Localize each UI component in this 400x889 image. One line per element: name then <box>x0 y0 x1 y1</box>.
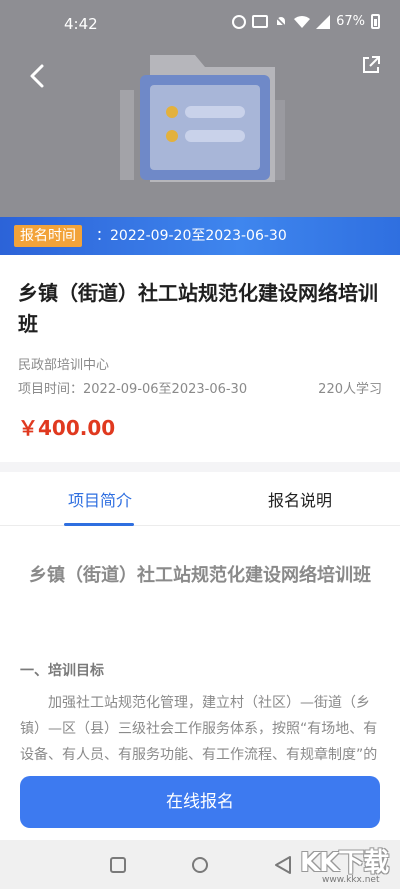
learner-count: 220人学习 <box>318 382 382 397</box>
mute-bell-icon <box>274 14 288 29</box>
content-title: 乡镇（街道）社工站规范化建设网络培训班 <box>29 565 371 586</box>
section-divider <box>0 462 400 472</box>
tab-registration-notes[interactable]: 报名说明 <box>200 472 400 526</box>
battery-percent: 67% <box>336 14 365 29</box>
section-heading: 一、培训目标 <box>20 663 104 679</box>
active-tab-indicator <box>64 523 134 526</box>
tab-project-intro[interactable]: 项目简介 <box>0 472 200 526</box>
intro-paragraph: 加强社工站规范化管理，建立村（社区）—街道（乡镇）—区（县）三级社会工作服务体系… <box>20 695 378 763</box>
volte-icon <box>252 15 269 28</box>
alarm-icon <box>232 14 247 29</box>
project-time: 项目时间：2022-09-06至2023-06-30 <box>18 382 248 397</box>
recents-icon[interactable] <box>110 857 126 873</box>
tab-bar: 项目简介 报名说明 <box>0 472 400 526</box>
signal-icon <box>316 14 331 29</box>
registration-dates: ：2022-09-20至2023-06-30 <box>96 228 287 244</box>
folder-illustration <box>120 55 285 182</box>
registration-tag: 报名时间 <box>14 225 82 247</box>
nav-back-icon[interactable] <box>274 855 292 875</box>
back-arrow-icon[interactable] <box>22 60 54 92</box>
price: ￥400.00 <box>18 416 116 440</box>
watermark-url: www.kkx.net <box>322 875 380 885</box>
battery-icon <box>371 14 380 29</box>
organizer: 民政部培训中心 <box>18 358 110 373</box>
wifi-icon <box>294 15 311 28</box>
online-signup-button[interactable]: 在线报名 <box>20 776 380 828</box>
status-bar: 4:42 67% <box>0 0 400 48</box>
share-icon[interactable] <box>360 54 382 76</box>
home-icon[interactable] <box>192 857 208 873</box>
status-time: 4:42 <box>64 15 98 33</box>
course-title: 乡镇（街道）社工站规范化建设网络培训班 <box>18 281 378 336</box>
course-banner: 4:42 67% <box>0 0 400 217</box>
status-icons: 67% <box>232 14 380 29</box>
watermark-logo: KK下载 <box>300 848 389 878</box>
